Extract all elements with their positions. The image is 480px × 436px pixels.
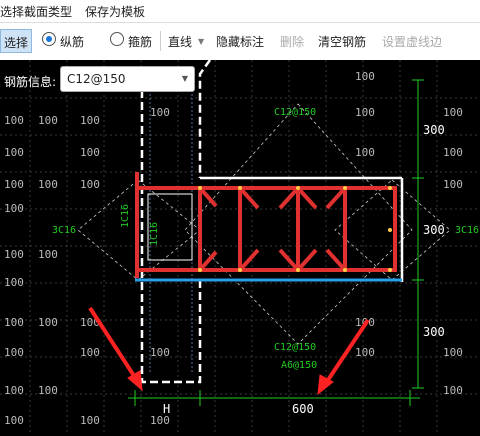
section-drawing: 100 100 100 100 100 100 100 100 100 100 …	[0, 59, 480, 432]
grid-label: 100	[355, 106, 375, 119]
set-dashed-edge-button[interactable]: 设置虚线边	[382, 33, 442, 50]
stirrup-radio[interactable]	[110, 32, 124, 46]
dim-right-bottom: 300	[423, 325, 445, 339]
clear-rebar-button[interactable]: 清空钢筋	[318, 33, 366, 50]
grid-label: 100	[4, 114, 24, 127]
annotation-left-rebar: 3C16	[52, 225, 76, 236]
hide-annotation-button[interactable]: 隐藏标注	[216, 33, 264, 50]
annotation-top-rebar: C12@150	[274, 107, 316, 118]
grid-label: 100	[4, 146, 24, 159]
inner-guide-lines	[149, 90, 392, 372]
toolbar: 选择 纵筋 箍筋 直线 ▼ 隐藏标注 删除 清空钢筋 设置虚线边	[0, 22, 480, 60]
grid-label: 100	[80, 178, 100, 191]
grid-label: 100	[4, 346, 24, 359]
toolbar-divider	[160, 31, 161, 51]
grid-label: 100	[80, 146, 100, 159]
dim-right-mid: 300	[423, 223, 445, 237]
menu-save-as-template[interactable]: 保存为模板	[85, 3, 145, 20]
rebar-info-value: C12@150	[67, 72, 126, 86]
grid-label: 100	[443, 384, 463, 397]
grid-label: 100	[150, 106, 170, 119]
grid-label: 100	[38, 248, 58, 261]
dim-right-top: 300	[423, 123, 445, 137]
grid-label: 100	[355, 70, 375, 83]
annotation-bottom-rebar: C12@150	[274, 342, 316, 353]
grid-label: 100	[443, 346, 463, 359]
grid-label: 100	[4, 276, 24, 289]
grid-label: 100	[443, 146, 463, 159]
grid-label: 100	[443, 106, 463, 119]
rebar-info-select[interactable]: C12@150 ▼	[60, 66, 195, 92]
rebar-cage	[135, 172, 397, 278]
grid-label: 100	[4, 384, 24, 397]
annotation-vertical-1: 1C16	[120, 204, 131, 228]
annotation-vertical-2: 1C16	[149, 222, 160, 246]
grid-label: 100	[4, 202, 24, 215]
grid-label: 100	[38, 114, 58, 127]
rebar-annotations: C12@150 C12@150 A6@150 3C16 3C16 1C16 1C…	[52, 107, 479, 371]
grid-label: 100	[4, 248, 24, 261]
grid-label: 100	[355, 346, 375, 359]
select-button[interactable]: 选择	[0, 29, 33, 53]
grid-label: 100	[4, 414, 24, 427]
grid-label: 100	[4, 178, 24, 191]
stirrup-label[interactable]: 箍筋	[128, 33, 152, 50]
chevron-down-icon: ▼	[181, 74, 188, 83]
delete-button[interactable]: 删除	[280, 33, 304, 50]
longitudinal-label[interactable]: 纵筋	[60, 33, 84, 50]
grid-label: 100	[443, 178, 463, 191]
grid-label: 100	[38, 178, 58, 191]
grid-label: 100	[80, 114, 100, 127]
grid-label: 100	[80, 346, 100, 359]
grid-label: 100	[38, 316, 58, 329]
line-dropdown[interactable]: 直线	[168, 33, 192, 50]
rebar-points	[198, 186, 392, 272]
grid-label: 100	[355, 146, 375, 159]
rebar-info-label: 钢筋信息:	[4, 75, 57, 89]
annotation-right-rebar: 3C16	[455, 225, 479, 236]
dim-bottom-600: 600	[292, 402, 314, 416]
grid-label: 100	[38, 384, 58, 397]
annotation-stirrup: A6@150	[281, 360, 317, 371]
menu-select-section-type[interactable]: 选择截面类型	[0, 3, 72, 20]
grid-label: 100	[150, 346, 170, 359]
grid-label: 100	[80, 414, 100, 427]
longitudinal-radio[interactable]	[42, 32, 56, 46]
grid-label: 100	[4, 316, 24, 329]
drawing-canvas[interactable]: 100 100 100 100 100 100 100 100 100 100 …	[0, 59, 480, 432]
chevron-down-icon: ▼	[198, 37, 205, 46]
menu-bar: 选择截面类型 保存为模板	[0, 0, 480, 22]
dim-bottom-h: H	[163, 402, 170, 416]
